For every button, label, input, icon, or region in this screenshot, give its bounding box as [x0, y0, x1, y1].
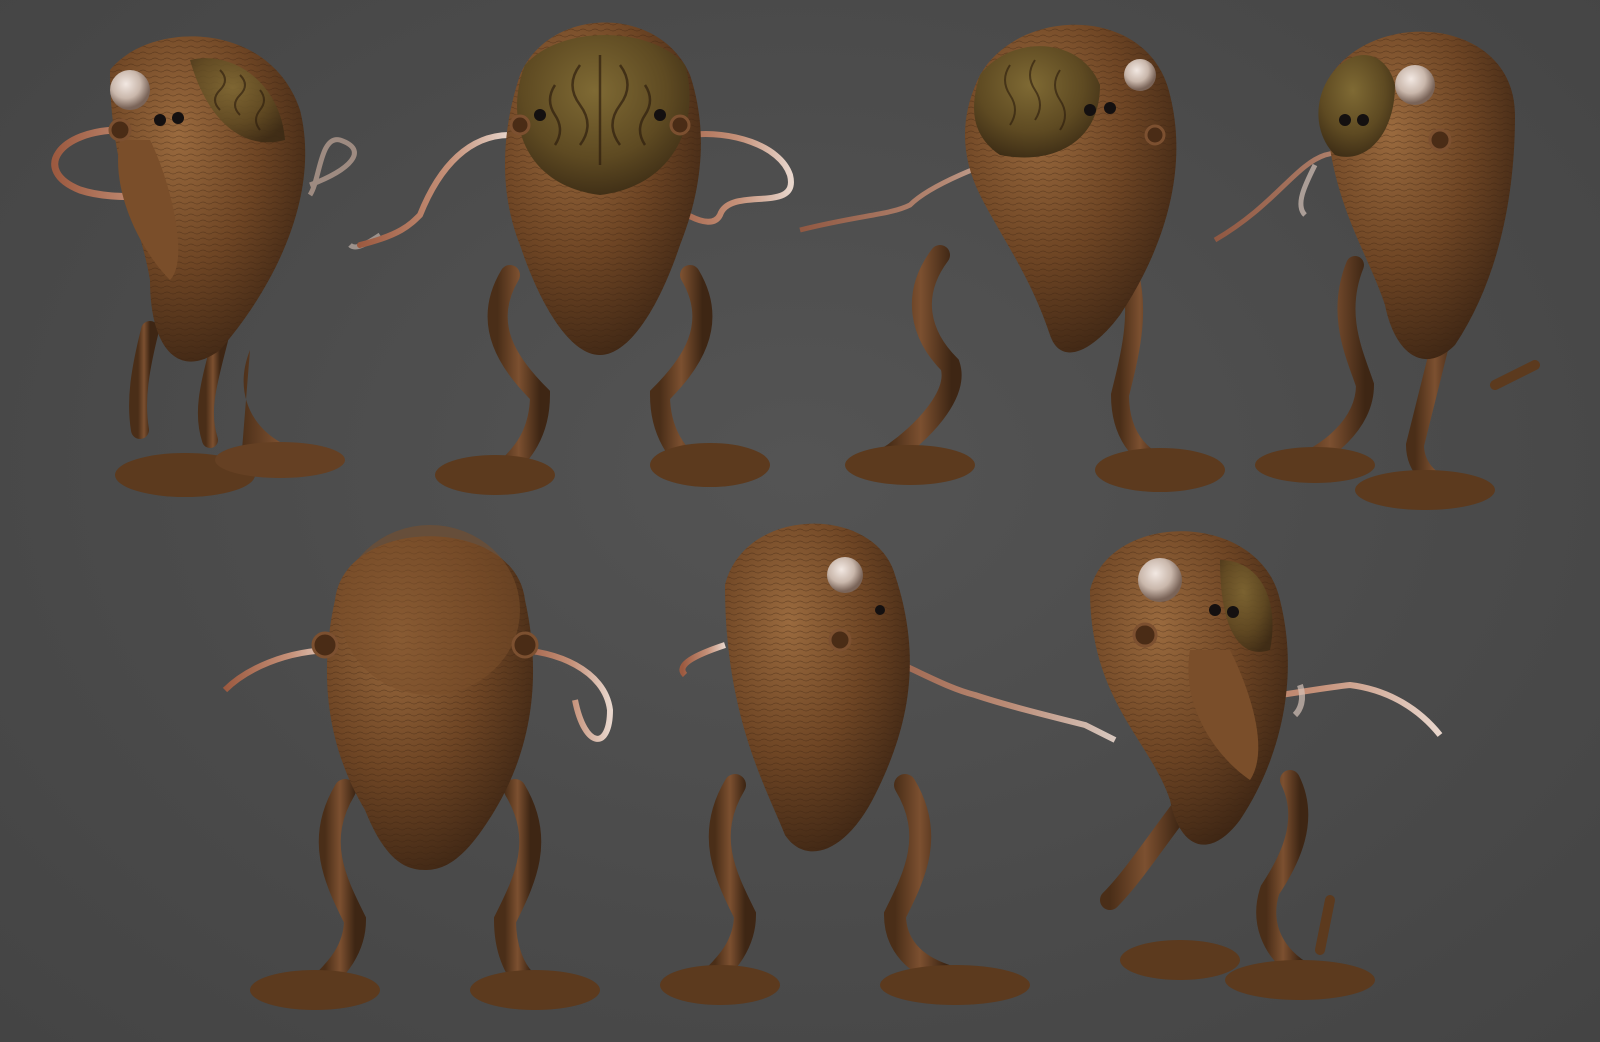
creature-view-front-three-quarter-left	[20, 20, 382, 500]
render-canvas	[0, 0, 1600, 1042]
creature-view-back	[222, 520, 645, 1020]
creature-view-front	[357, 15, 800, 505]
creature-view-side-left	[1070, 520, 1460, 1020]
creature-view-back-three-quarter	[660, 515, 1135, 1015]
creature-view-side-right	[1213, 25, 1595, 510]
creature-view-front-three-quarter-right	[799, 15, 1230, 495]
